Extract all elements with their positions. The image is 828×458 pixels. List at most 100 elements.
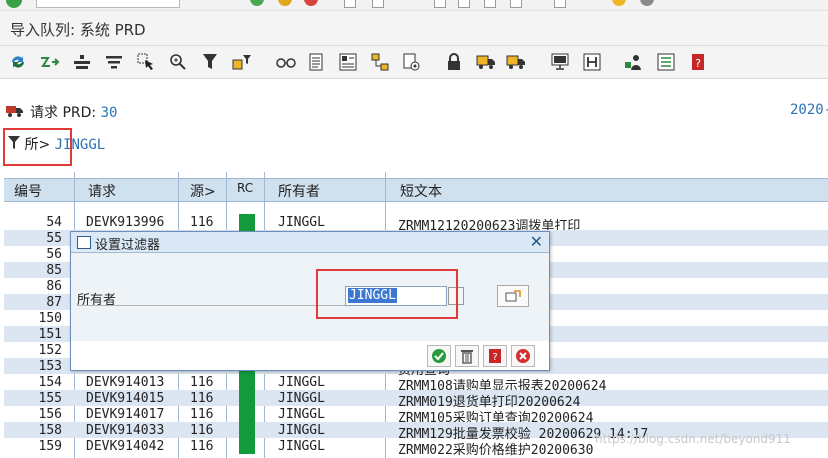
- cell-owner: JINGGL: [278, 391, 325, 406]
- filter-icon[interactable]: [200, 52, 220, 72]
- confirm-button[interactable]: [427, 345, 451, 367]
- zoom-icon[interactable]: [168, 52, 188, 72]
- dialog-title: 设置过滤器: [95, 238, 161, 253]
- print-icon[interactable]: [344, 0, 356, 8]
- cell-no: 155: [38, 391, 62, 406]
- exit-icon[interactable]: [278, 0, 292, 6]
- help-icon[interactable]: [612, 0, 626, 6]
- help-book-icon[interactable]: ?: [688, 52, 708, 72]
- align-center-icon[interactable]: [72, 52, 92, 72]
- cell-no: 159: [38, 439, 62, 454]
- cell-request: DEVK914033: [86, 423, 165, 438]
- svg-text:?: ?: [695, 57, 701, 70]
- truck-icon[interactable]: [476, 52, 496, 72]
- help-button[interactable]: ?: [483, 345, 507, 367]
- new-session-icon[interactable]: [554, 0, 566, 8]
- highlight-box: [3, 128, 72, 166]
- rc-status-indicator: [239, 374, 255, 390]
- dialog-title-bar: 设置过滤器 ✕: [71, 232, 549, 253]
- cell-owner: JINGGL: [278, 215, 325, 230]
- select-icon[interactable]: [136, 52, 156, 72]
- cell-owner: JINGGL: [278, 407, 325, 422]
- dialog-icon: [77, 236, 91, 249]
- find-icon[interactable]: [372, 0, 384, 8]
- cell-request: DEVK914042: [86, 439, 165, 454]
- next-page-icon[interactable]: [484, 0, 496, 8]
- cell-no: 87: [46, 295, 62, 310]
- cell-source: 116: [190, 439, 214, 454]
- table-row[interactable]: 155 DEVK914015 116 JINGGL ZRMM019退货单打印202006…: [4, 390, 828, 410]
- prev-page-icon[interactable]: [458, 0, 470, 8]
- cell-no: 153: [38, 359, 62, 374]
- cell-short-text: ZRMM022采购价格维护20200630: [398, 443, 594, 458]
- cell-owner: JINGGL: [278, 423, 325, 438]
- history-icon[interactable]: [582, 52, 602, 72]
- first-page-icon[interactable]: [434, 0, 446, 8]
- dialog-body: [71, 253, 549, 341]
- back-icon[interactable]: [250, 0, 264, 6]
- cell-source: 116: [190, 391, 214, 406]
- rc-status-indicator: [239, 390, 255, 406]
- multiple-selection-button[interactable]: [497, 285, 529, 307]
- application-toolbar: ?: [0, 46, 828, 79]
- cell-no: 55: [46, 231, 62, 246]
- cancel-button[interactable]: [511, 345, 535, 367]
- delete-button[interactable]: [455, 345, 479, 367]
- date-partial: 2020-: [790, 102, 828, 118]
- svg-text:?: ?: [492, 352, 497, 363]
- cell-no: 150: [38, 311, 62, 326]
- column-header-request[interactable]: 请求: [88, 181, 116, 201]
- cell-no: 86: [46, 279, 62, 294]
- table-header: 编号 请求 源> RC 所有者 短文本: [4, 178, 828, 202]
- layout-icon[interactable]: [338, 52, 358, 72]
- cell-no: 158: [38, 423, 62, 438]
- glasses-icon[interactable]: [276, 52, 296, 72]
- cell-request: DEVK914017: [86, 407, 165, 422]
- cell-source: 116: [190, 407, 214, 422]
- refresh-icon[interactable]: [8, 52, 28, 72]
- document-icon[interactable]: [306, 52, 326, 72]
- table-row[interactable]: 154 DEVK914013 116 JINGGL ZRMM108请购单显示报表2020…: [4, 374, 828, 394]
- table-row[interactable]: 156 DEVK914017 116 JINGGL ZRMM105采购订单查询20200…: [4, 406, 828, 426]
- truck-import-icon[interactable]: [506, 52, 526, 72]
- cell-request: DEVK914015: [86, 391, 165, 406]
- column-header-no[interactable]: 编号: [14, 181, 42, 201]
- rc-status-indicator: [239, 422, 255, 438]
- cell-owner: JINGGL: [278, 375, 325, 390]
- rc-status-indicator: [239, 214, 255, 230]
- list-icon[interactable]: [656, 52, 676, 72]
- user-key-icon[interactable]: [624, 52, 644, 72]
- monitor-icon[interactable]: [550, 52, 570, 72]
- document-gear-icon[interactable]: [402, 52, 422, 72]
- settings-icon[interactable]: [640, 0, 654, 6]
- column-header-rc[interactable]: RC: [237, 181, 253, 195]
- cell-no: 156: [38, 407, 62, 422]
- close-icon[interactable]: ✕: [530, 232, 543, 251]
- request-count: 30: [100, 105, 118, 121]
- page-title: 导入队列: 系统 PRD: [10, 21, 146, 39]
- set-filter-dialog: 设置过滤器 ✕ 所有者 JINGGL ?: [70, 231, 550, 371]
- enter-icon[interactable]: [6, 0, 22, 8]
- cancel-icon[interactable]: [304, 0, 318, 6]
- title-bar: 导入队列: 系统 PRD: [0, 11, 828, 46]
- column-header-source[interactable]: 源>: [190, 181, 216, 201]
- cell-owner: JINGGL: [278, 439, 325, 454]
- import-icon[interactable]: [40, 52, 60, 72]
- table-row[interactable]: 54 DEVK913996 116 JINGGL ZRMM12120200623调拨单打…: [4, 214, 828, 234]
- label-underline: [77, 305, 345, 306]
- sort-icon[interactable]: [104, 52, 124, 72]
- truck-icon: [6, 105, 24, 121]
- system-toolbar: [0, 0, 828, 11]
- cell-request: DEVK914013: [86, 375, 165, 390]
- transport-icon[interactable]: [370, 52, 390, 72]
- cell-no: 154: [38, 375, 62, 390]
- command-field[interactable]: [36, 0, 180, 8]
- filter-settings-icon[interactable]: [232, 52, 252, 72]
- column-header-owner[interactable]: 所有者: [278, 181, 320, 201]
- highlight-box: [316, 269, 458, 319]
- cell-no: 152: [38, 343, 62, 358]
- last-page-icon[interactable]: [510, 0, 522, 8]
- lock-icon[interactable]: [444, 52, 464, 72]
- request-label: 请求 PRD:: [30, 105, 97, 121]
- column-header-short-text[interactable]: 短文本: [400, 181, 442, 201]
